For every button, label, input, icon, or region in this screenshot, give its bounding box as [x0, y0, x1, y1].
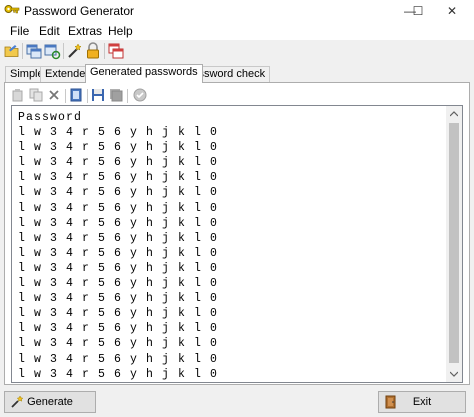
vertical-scrollbar[interactable] — [446, 106, 462, 382]
password-row[interactable]: l w 3 4 r 5 6 y h j k l 0 — [18, 155, 446, 170]
generate-label: Generate — [27, 396, 73, 408]
password-row[interactable]: l w 3 4 r 5 6 y h j k l 0 — [18, 336, 446, 351]
window-refresh-icon[interactable] — [43, 42, 61, 60]
window-stack-icon[interactable] — [107, 42, 125, 60]
password-list[interactable]: Password l w 3 4 r 5 6 y h j k l 0l w 3 … — [11, 105, 463, 383]
password-list-content: Password l w 3 4 r 5 6 y h j k l 0l w 3 … — [18, 110, 446, 382]
exit-label: Exit — [412, 396, 432, 408]
menu-file[interactable]: File — [10, 24, 29, 38]
password-row[interactable]: l w 3 4 r 5 6 y h j k l 0 — [18, 125, 446, 140]
password-row[interactable]: l w 3 4 r 5 6 y h j k l 0 — [18, 140, 446, 155]
menu-help[interactable]: Help — [108, 24, 133, 38]
menu-bar: File Edit Extras Help — [0, 22, 474, 40]
password-row[interactable]: l w 3 4 r 5 6 y h j k l 0 — [18, 321, 446, 336]
app-key-icon — [4, 3, 20, 19]
generate-button[interactable]: Generate — [4, 391, 96, 413]
paste-icon[interactable] — [11, 88, 25, 102]
window-title: Password Generator — [24, 4, 135, 18]
save-all-icon[interactable] — [109, 88, 123, 102]
tab-strip: Simple Extended Generated passwords Pass… — [0, 64, 474, 83]
password-row[interactable]: l w 3 4 r 5 6 y h j k l 0 — [18, 261, 446, 276]
save-icon[interactable] — [91, 88, 105, 102]
password-row[interactable]: l w 3 4 r 5 6 y h j k l 0 — [18, 185, 446, 200]
delete-icon[interactable] — [47, 88, 61, 102]
copy-icon[interactable] — [29, 88, 43, 102]
wizard-icon[interactable] — [66, 42, 84, 60]
password-row[interactable]: l w 3 4 r 5 6 y h j k l 0 — [18, 306, 446, 321]
copy-window-icon[interactable] — [25, 42, 43, 60]
password-row[interactable]: l w 3 4 r 5 6 y h j k l 0 — [18, 291, 446, 306]
scroll-down-icon[interactable] — [446, 366, 462, 382]
tab-generated-passwords[interactable]: Generated passwords — [85, 64, 203, 83]
menu-edit[interactable]: Edit — [39, 24, 60, 38]
password-row[interactable]: l w 3 4 r 5 6 y h j k l 0 — [18, 201, 446, 216]
document-icon[interactable] — [69, 88, 83, 102]
main-toolbar — [0, 40, 474, 62]
check-icon[interactable] — [133, 88, 147, 102]
close-button[interactable]: ✕ — [430, 0, 474, 22]
lock-icon[interactable] — [84, 42, 102, 60]
password-row[interactable]: l w 3 4 r 5 6 y h j k l 0 — [18, 170, 446, 185]
password-row[interactable]: l w 3 4 r 5 6 y h j k l 0 — [18, 352, 446, 367]
password-row[interactable]: l w 3 4 r 5 6 y h j k l 0 — [18, 367, 446, 382]
list-header: Password — [18, 111, 83, 124]
scrollbar-thumb[interactable] — [449, 123, 459, 363]
open-folder-icon[interactable] — [3, 42, 21, 60]
password-row[interactable]: l w 3 4 r 5 6 y h j k l 0 — [18, 231, 446, 246]
title-bar: Password Generator — ☐ ✕ — [0, 0, 474, 22]
menu-extras[interactable]: Extras — [68, 24, 102, 38]
password-row[interactable]: l w 3 4 r 5 6 y h j k l 0 — [18, 276, 446, 291]
generated-passwords-panel: Password l w 3 4 r 5 6 y h j k l 0l w 3 … — [4, 82, 470, 385]
exit-button[interactable]: Exit — [378, 391, 466, 413]
password-row[interactable]: l w 3 4 r 5 6 y h j k l 0 — [18, 246, 446, 261]
list-toolbar — [11, 87, 451, 105]
scroll-up-icon[interactable] — [446, 106, 462, 122]
password-row[interactable]: l w 3 4 r 5 6 y h j k l 0 — [18, 216, 446, 231]
